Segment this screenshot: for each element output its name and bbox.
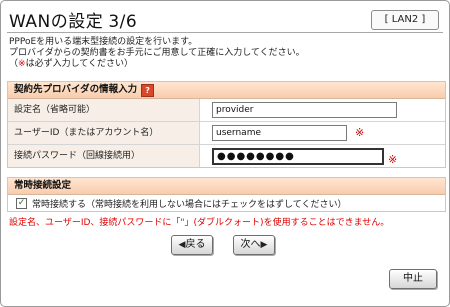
- setting-name-label: 設定名（省略可能）: [8, 99, 200, 121]
- user-id-label: ユーザーID（またはアカウント名）: [8, 122, 200, 144]
- setting-name-row: 設定名（省略可能） provider: [8, 99, 445, 122]
- triangle-right-icon: ▶: [260, 240, 268, 250]
- password-label: 接続パスワード（回線接続用）: [8, 145, 200, 167]
- password-required-mark: ※: [388, 153, 398, 166]
- always-on-checkbox[interactable]: ✓: [16, 197, 27, 209]
- always-on-heading: 常時接続設定: [8, 178, 445, 195]
- intro-line-3: （※は必ず入力してください）: [9, 59, 134, 69]
- provider-info-section: 契約先プロバイダの情報入力? 設定名（省略可能） provider ユーザーID…: [7, 81, 446, 168]
- password-row: 接続パスワード（回線接続用） ●●●●●●●● ※: [8, 145, 445, 167]
- provider-section-heading: 契約先プロバイダの情報入力?: [8, 82, 445, 99]
- intro-text: PPPoEを用いる端末型接続の設定を行います。 プロバイダからの契約書をお手元に…: [9, 37, 439, 70]
- required-mark-legend: ※: [18, 59, 26, 69]
- title-divider: [7, 32, 443, 33]
- cancel-button[interactable]: 中止: [389, 269, 437, 289]
- intro-line-2: プロバイダからの契約書をお手元にご用意して正確に入力してください。: [9, 48, 305, 58]
- password-input[interactable]: ●●●●●●●●: [212, 148, 384, 165]
- page-title: WANの設定 3/6: [9, 7, 138, 32]
- user-id-row: ユーザーID（またはアカウント名） username ※: [8, 122, 445, 145]
- intro-line-1: PPPoEを用いる端末型接続の設定を行います。: [9, 37, 198, 47]
- always-on-label: 常時接続する（常時接続を利用しない場合にはチェックをはずしてください）: [32, 199, 347, 210]
- step-total: /6: [119, 12, 138, 32]
- double-quote-warning: 設定名、ユーザーID、接続パスワードに「"」(ダブルクォート)を使用することはで…: [9, 218, 390, 228]
- always-on-option[interactable]: ✓ 常時接続する（常時接続を利用しない場合にはチェックをはずしてください）: [8, 195, 445, 211]
- back-button[interactable]: ◀戻る: [171, 235, 213, 255]
- next-button[interactable]: 次へ▶: [233, 235, 275, 255]
- back-label: 戻る: [185, 239, 206, 250]
- next-label: 次へ: [240, 239, 261, 250]
- user-id-input[interactable]: username: [212, 125, 347, 141]
- wizard-panel: WANの設定 3/6 [ LAN2 ] PPPoEを用いる端末型接続の設定を行い…: [0, 0, 450, 307]
- help-icon[interactable]: ?: [141, 84, 155, 97]
- always-on-section: 常時接続設定 ✓ 常時接続する（常時接続を利用しない場合にはチェックをはずしてく…: [7, 177, 446, 212]
- setting-name-input[interactable]: provider: [212, 102, 397, 118]
- step-current: 3: [108, 12, 120, 32]
- user-id-required-mark: ※: [355, 126, 365, 139]
- lan-badge: [ LAN2 ]: [371, 10, 439, 30]
- title-text: WANの設定: [9, 12, 104, 32]
